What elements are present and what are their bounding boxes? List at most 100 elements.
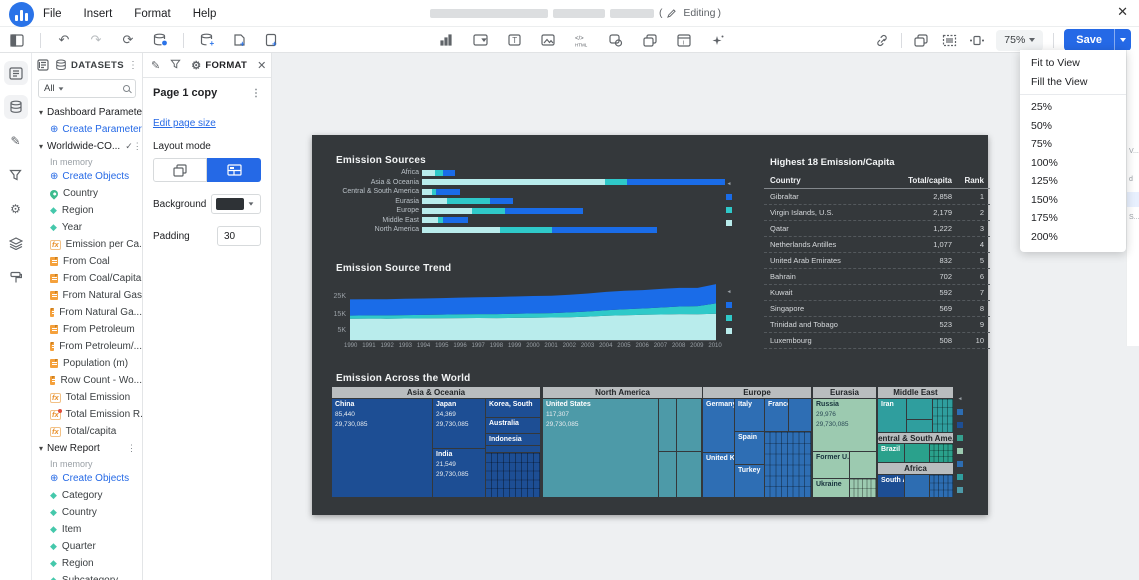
caret-down-icon[interactable]: ▾: [39, 444, 43, 453]
rail-edit-icon[interactable]: ✎: [4, 129, 28, 153]
dataset-field[interactable]: Row Count - Wo...: [32, 372, 142, 389]
treemap-chart[interactable]: Asia & OceaniaChina85,44029,730,085Japan…: [332, 387, 953, 497]
dataset-field[interactable]: From Natural Ga...: [32, 304, 142, 321]
datasets-filter[interactable]: All: [38, 79, 136, 98]
undo-icon[interactable]: ↶: [55, 31, 73, 49]
select-area-icon[interactable]: [940, 31, 958, 49]
section-menu-icon[interactable]: ⋮: [133, 141, 142, 152]
dataset-field[interactable]: From Coal/Capita: [32, 270, 142, 287]
tab-filter-icon[interactable]: [170, 59, 181, 72]
bar-chart[interactable]: AfricaAsia & OceaniaCentral & South Amer…: [336, 168, 726, 235]
zoom-level-select[interactable]: 75%: [996, 30, 1043, 51]
zoom-menu-item[interactable]: 100%: [1020, 154, 1126, 173]
datasets-menu-icon[interactable]: ⋮: [128, 60, 138, 71]
design-canvas[interactable]: Emission Sources AfricaAsia & OceaniaCen…: [272, 53, 1139, 580]
zoom-menu-item[interactable]: 150%: [1020, 191, 1126, 210]
create-action[interactable]: ⊕Create Objects: [32, 470, 142, 487]
add-page-icon[interactable]: +: [230, 31, 248, 49]
insert-html-icon[interactable]: </>HTML: [573, 31, 591, 49]
link-icon[interactable]: [873, 31, 891, 49]
panel-view-icon[interactable]: [36, 58, 50, 72]
zoom-menu-item[interactable]: 175%: [1020, 209, 1126, 228]
caret-down-icon[interactable]: ▾: [39, 108, 43, 117]
dataset-field[interactable]: fxTotal/capita: [32, 423, 142, 440]
create-action[interactable]: ⊕Create Objects: [32, 168, 142, 185]
save-button[interactable]: Save: [1064, 29, 1114, 51]
menu-help[interactable]: Help: [193, 8, 217, 20]
dataset-field[interactable]: Country: [32, 185, 142, 202]
dataset-field[interactable]: fxEmission per Ca...: [32, 236, 142, 253]
dataset-field[interactable]: ◆Item: [32, 521, 142, 538]
dataset-field[interactable]: From Petroleum/...: [32, 338, 142, 355]
background-color-picker[interactable]: [211, 194, 261, 214]
zoom-menu-item[interactable]: 75%: [1020, 135, 1126, 154]
dataset-field[interactable]: From Coal: [32, 253, 142, 270]
layout-grid-button[interactable]: [207, 158, 261, 182]
area-chart[interactable]: [350, 280, 716, 340]
insert-text-icon[interactable]: T: [505, 31, 523, 49]
section-menu-icon[interactable]: ⋮: [127, 443, 136, 454]
dataset-field[interactable]: Population (m): [32, 355, 142, 372]
menu-format[interactable]: Format: [134, 8, 170, 20]
insert-shapes-icon[interactable]: [607, 31, 625, 49]
zoom-menu-item[interactable]: 125%: [1020, 172, 1126, 191]
insert-widget-icon[interactable]: [471, 31, 489, 49]
dataset-field[interactable]: ◆Subcategory: [32, 572, 142, 580]
dataset-field[interactable]: ◆Year: [32, 219, 142, 236]
rail-settings-icon[interactable]: ⚙: [4, 197, 28, 221]
caret-down-icon[interactable]: ▾: [39, 142, 43, 151]
rail-theme-icon[interactable]: [4, 265, 28, 289]
search-icon[interactable]: [123, 85, 130, 92]
redo-icon[interactable]: ↷: [87, 31, 105, 49]
legend-collapse-icon[interactable]: ◄: [727, 290, 732, 295]
layout-free-button[interactable]: [153, 158, 207, 182]
dataset-field[interactable]: fxTotal Emission R...: [32, 406, 142, 423]
dataset-field[interactable]: ◆Region: [32, 555, 142, 572]
dataset-field[interactable]: From Petroleum: [32, 321, 142, 338]
zoom-menu-item[interactable]: 50%: [1020, 117, 1126, 136]
zoom-menu-item[interactable]: 200%: [1020, 228, 1126, 247]
add-dataset-icon[interactable]: +: [198, 31, 216, 49]
insert-group-icon[interactable]: [641, 31, 659, 49]
dataset-field[interactable]: From Natural Gas: [32, 287, 142, 304]
menu-file[interactable]: File: [43, 8, 62, 20]
zoom-menu-item[interactable]: Fit to View: [1020, 54, 1126, 73]
rank-table[interactable]: Highest 18 Emission/Capita CountryTotal/…: [764, 157, 990, 349]
database-settings-icon[interactable]: [151, 31, 169, 49]
rail-report-list-icon[interactable]: [4, 61, 28, 85]
dataset-field[interactable]: fxTotal Emission: [32, 389, 142, 406]
rail-layers-icon[interactable]: [4, 231, 28, 255]
format-panel-close-icon[interactable]: ✕: [257, 59, 266, 72]
insert-image-icon[interactable]: [539, 31, 557, 49]
dataset-section[interactable]: ▾Dashboard Parameters: [32, 104, 142, 121]
tab-format[interactable]: ⚙FORMAT: [191, 59, 247, 72]
app-logo-icon[interactable]: [9, 2, 34, 27]
legend-collapse-icon[interactable]: ◄: [727, 182, 732, 187]
dataset-field[interactable]: ◆Quarter: [32, 538, 142, 555]
save-options-button[interactable]: [1114, 29, 1131, 51]
dashboard-page[interactable]: Emission Sources AfricaAsia & OceaniaCen…: [312, 135, 988, 515]
zoom-menu-item[interactable]: 25%: [1020, 98, 1126, 117]
padding-input[interactable]: 30: [217, 226, 261, 246]
rail-filter-icon[interactable]: [4, 163, 28, 187]
zoom-menu-item[interactable]: Fill the View: [1020, 73, 1126, 92]
create-action[interactable]: ⊕Create Parameter: [32, 121, 142, 138]
sparkle-icon[interactable]: [709, 31, 727, 49]
dataset-field[interactable]: ◆Country: [32, 504, 142, 521]
edit-page-size-link[interactable]: Edit page size: [153, 118, 216, 129]
sidebar-toggle-icon[interactable]: [8, 31, 26, 49]
close-button[interactable]: ✕: [1117, 4, 1128, 20]
insert-infocard-icon[interactable]: i: [675, 31, 693, 49]
spacing-icon[interactable]: [968, 31, 986, 49]
dataset-field[interactable]: ◆Region: [32, 202, 142, 219]
menu-insert[interactable]: Insert: [84, 8, 113, 20]
insert-chart-icon[interactable]: [437, 31, 455, 49]
rail-datasets-icon[interactable]: [4, 95, 28, 119]
dataset-section[interactable]: ▾New Report⋮: [32, 440, 142, 457]
legend-collapse-icon[interactable]: ◄: [958, 397, 963, 402]
copy-style-icon[interactable]: [912, 31, 930, 49]
add-report-icon[interactable]: +: [262, 31, 280, 49]
tab-edit-icon[interactable]: ✎: [151, 59, 160, 72]
refresh-icon[interactable]: ⟳: [119, 31, 137, 49]
dataset-section[interactable]: ▾Worldwide-CO...✓⋮: [32, 138, 142, 155]
